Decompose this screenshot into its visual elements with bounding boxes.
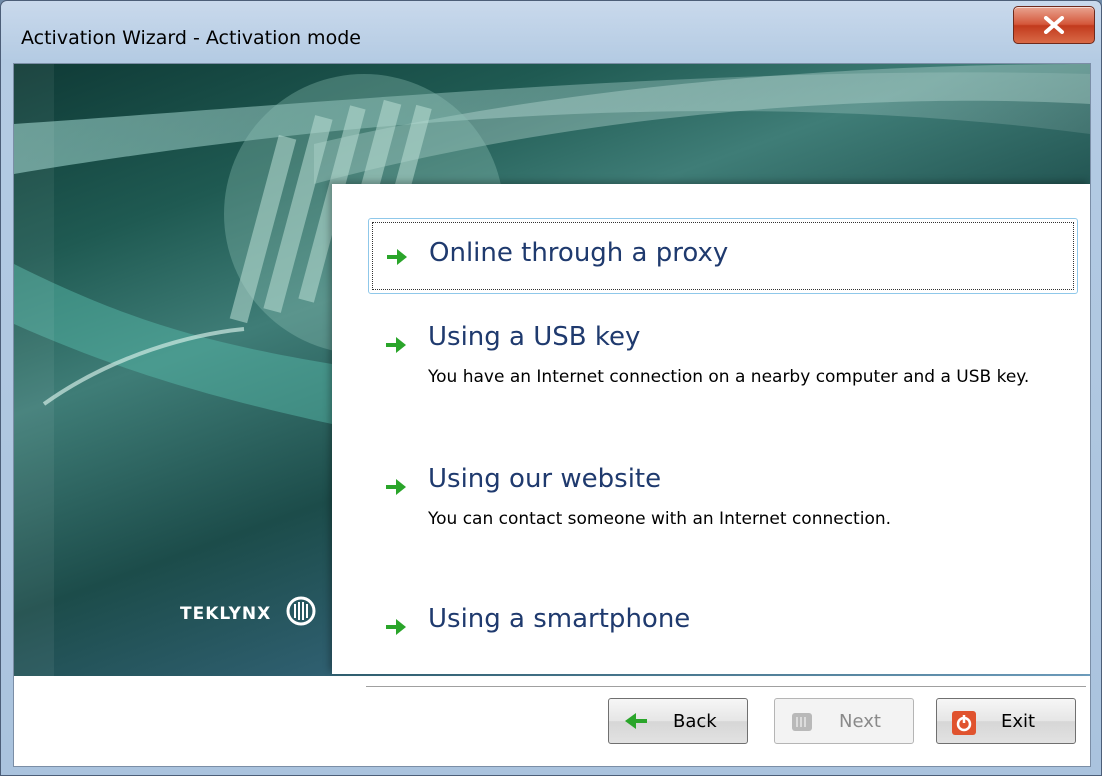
- power-icon: [952, 711, 976, 735]
- activation-wizard-window: Activation Wizard - Activation mode TEKL…: [0, 0, 1102, 776]
- exit-button[interactable]: Exit: [936, 698, 1076, 744]
- green-arrow-icon: [386, 619, 406, 635]
- window-title: Activation Wizard - Activation mode: [21, 27, 361, 49]
- wizard-client-area: TEKLYNX Online through a proxy Using a U…: [13, 63, 1091, 767]
- next-button[interactable]: Next: [774, 698, 914, 744]
- option-title: Using our website: [428, 464, 662, 494]
- title-bar[interactable]: Activation Wizard - Activation mode: [1, 1, 1101, 61]
- back-button-label: Back: [673, 711, 717, 732]
- back-arrow-icon: [625, 713, 647, 729]
- option-usb-key[interactable]: Using a USB key You have an Internet con…: [368, 322, 1068, 422]
- back-button[interactable]: Back: [608, 698, 748, 744]
- next-button-label: Next: [839, 711, 881, 732]
- option-title: Using a USB key: [428, 322, 641, 352]
- option-description: You have an Internet connection on a nea…: [428, 367, 1030, 387]
- option-title: Online through a proxy: [429, 238, 729, 268]
- option-smartphone[interactable]: Using a smartphone: [368, 604, 1068, 648]
- option-website[interactable]: Using our website You can contact someon…: [368, 464, 1068, 544]
- teklynx-logo: TEKLYNX: [180, 604, 272, 624]
- close-button[interactable]: [1013, 6, 1095, 44]
- footer-divider: [366, 686, 1086, 687]
- close-icon: [1044, 16, 1064, 34]
- green-arrow-icon: [387, 249, 407, 265]
- exit-button-label: Exit: [1001, 711, 1036, 732]
- option-online-proxy[interactable]: Online through a proxy: [368, 218, 1078, 294]
- teklynx-logo-icon: [286, 596, 316, 626]
- options-panel: Online through a proxy Using a USB key Y…: [332, 184, 1090, 674]
- next-disabled-icon: [792, 713, 812, 731]
- green-arrow-icon: [386, 479, 406, 495]
- green-arrow-icon: [386, 337, 406, 353]
- option-title: Using a smartphone: [428, 604, 691, 634]
- option-description: You can contact someone with an Internet…: [428, 509, 892, 529]
